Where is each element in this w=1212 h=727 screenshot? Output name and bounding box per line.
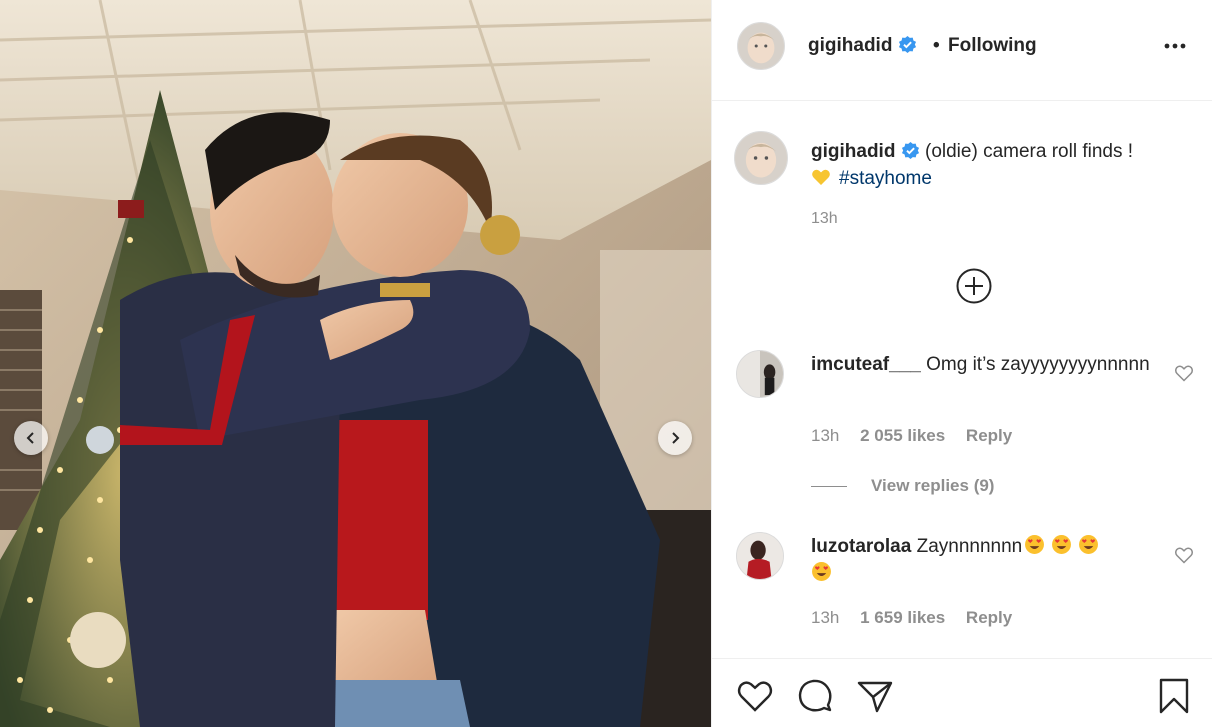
heart-icon[interactable]	[1174, 545, 1194, 565]
avatar[interactable]	[737, 22, 785, 70]
more-options-icon[interactable]	[1161, 32, 1189, 60]
comment: luzotarolaa Zaynnnnnnn	[811, 533, 1151, 587]
bookmark-icon	[1159, 678, 1189, 714]
post-photo[interactable]	[0, 0, 711, 727]
yellow-heart-emoji-icon	[812, 169, 830, 185]
view-replies-button[interactable]: View replies (9)	[811, 476, 994, 496]
carousel-next-button[interactable]	[658, 421, 692, 455]
comment-meta: 13h 2 055 likes Reply	[811, 426, 1028, 446]
reply-button[interactable]: Reply	[966, 426, 1012, 445]
plus-circle-icon[interactable]	[955, 267, 993, 305]
caption-username[interactable]: gigihadid	[811, 141, 895, 162]
verified-badge-icon	[898, 35, 916, 54]
comment-avatar[interactable]	[736, 532, 784, 580]
comment-timestamp[interactable]: 13h	[811, 608, 839, 627]
heart-eyes-emoji-icon	[1079, 535, 1099, 554]
share-button[interactable]	[856, 677, 894, 715]
caption-timestamp[interactable]: 13h	[811, 210, 838, 228]
comment: imcuteaf___ Omg it’s zayyyyyyyynnnnn	[811, 351, 1151, 378]
heart-eyes-emoji-icon	[812, 562, 831, 581]
comment-username[interactable]: imcuteaf___	[811, 354, 921, 375]
comment-timestamp[interactable]: 13h	[811, 426, 839, 445]
post-header: gigihadid • Following	[712, 0, 1212, 101]
post-image	[0, 0, 711, 727]
like-button[interactable]	[736, 677, 774, 715]
comment-likes[interactable]: 1 659 likes	[860, 608, 945, 627]
caption-text: (oldie) camera roll finds !	[925, 141, 1134, 162]
post-author-username[interactable]: gigihadid	[808, 35, 917, 57]
caption-avatar[interactable]	[734, 131, 788, 185]
reply-button[interactable]: Reply	[966, 608, 1012, 627]
share-icon	[857, 681, 893, 713]
heart-icon	[737, 681, 773, 712]
separator-dot: •	[933, 35, 940, 56]
comment-avatar[interactable]	[736, 350, 784, 398]
following-button[interactable]: Following	[948, 35, 1037, 57]
comment-username[interactable]: luzotarolaa	[811, 536, 911, 557]
carousel-prev-button[interactable]	[14, 421, 48, 455]
post-side-panel: gigihadid • Following gigihadid (oldie) …	[711, 0, 1212, 727]
chevron-left-icon	[26, 432, 34, 444]
comment-meta: 13h 1 659 likes Reply	[811, 608, 1028, 628]
hashtag-link[interactable]: #stayhome	[839, 168, 932, 189]
divider-line	[811, 486, 847, 488]
verified-badge-icon	[901, 141, 919, 160]
comment-button[interactable]	[796, 677, 834, 715]
chevron-right-icon	[672, 432, 680, 444]
comment-text: Zaynnnnnnn	[916, 536, 1023, 557]
comment-likes[interactable]: 2 055 likes	[860, 426, 945, 445]
heart-eyes-emoji-icon	[1052, 535, 1072, 554]
heart-eyes-emoji-icon	[1025, 535, 1045, 554]
comment-text: Omg it’s zayyyyyyyynnnnn	[926, 354, 1150, 375]
heart-icon[interactable]	[1174, 363, 1194, 383]
comment-icon	[798, 679, 832, 712]
post-caption: gigihadid (oldie) camera roll finds ! #s…	[811, 138, 1191, 192]
save-button[interactable]	[1155, 677, 1193, 715]
action-bar	[712, 658, 1212, 727]
